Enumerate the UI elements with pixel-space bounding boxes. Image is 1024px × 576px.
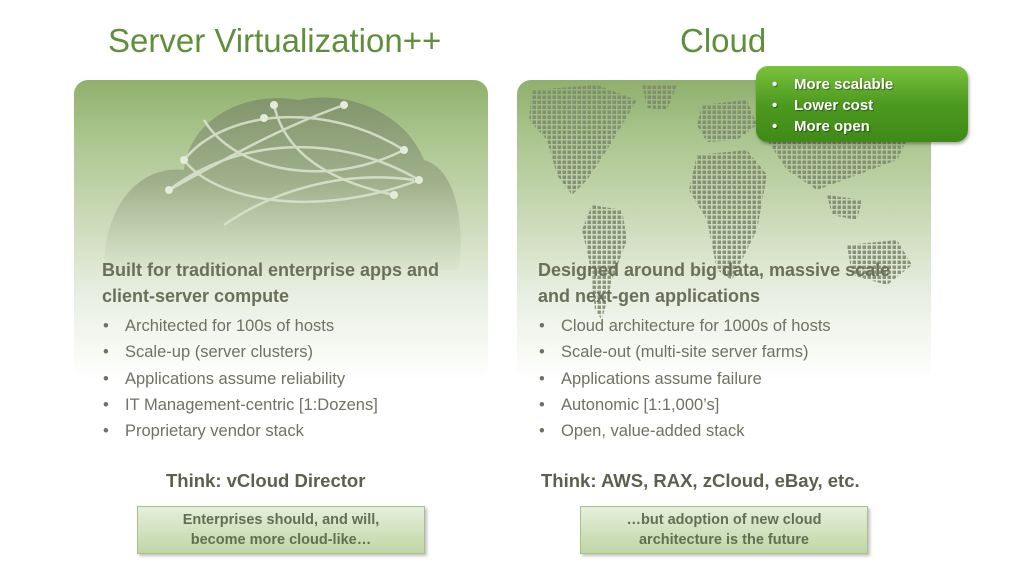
note-box-right: …but adoption of new cloud architecture … (580, 506, 868, 554)
list-item: More scalable (770, 74, 968, 95)
list-item: Applications assume reliability (101, 366, 378, 393)
heading-left: Built for traditional enterprise apps an… (102, 260, 440, 306)
list-item: Scale-out (multi-site server farms) (537, 339, 831, 366)
list-item: Applications assume failure (537, 366, 831, 393)
bullet-list-right: Cloud architecture for 1000s of hosts Sc… (537, 313, 831, 445)
list-item: Scale-up (server clusters) (101, 339, 378, 366)
list-item: Proprietary vendor stack (101, 418, 378, 445)
think-right: Think: AWS, RAX, zCloud, eBay, etc. (541, 470, 860, 491)
title-server-virtualization: Server Virtualization++ (108, 22, 442, 59)
cloud-benefits-badge: More scalable Lower cost More open (756, 66, 968, 142)
think-left: Think: vCloud Director (166, 470, 366, 491)
badge-list: More scalable Lower cost More open (770, 74, 968, 137)
heading-right: Designed around big data, massive scale … (538, 260, 891, 306)
note-box-left: Enterprises should, and will, become mor… (137, 506, 425, 554)
list-item: IT Management-centric [1:Dozens] (101, 392, 378, 419)
note-text: Enterprises should, and will, become mor… (182, 512, 380, 548)
list-item: Autonomic [1:1,000’s] (537, 392, 831, 419)
list-item: More open (770, 116, 968, 137)
list-item: Open, value-added stack (537, 418, 831, 445)
list-item: Architected for 100s of hosts (101, 313, 378, 340)
bullet-list-left: Architected for 100s of hosts Scale-up (… (101, 313, 378, 445)
list-item: Lower cost (770, 95, 968, 116)
list-item: Cloud architecture for 1000s of hosts (537, 313, 831, 340)
title-cloud: Cloud (680, 22, 767, 59)
note-text: …but adoption of new cloud architecture … (626, 512, 822, 548)
